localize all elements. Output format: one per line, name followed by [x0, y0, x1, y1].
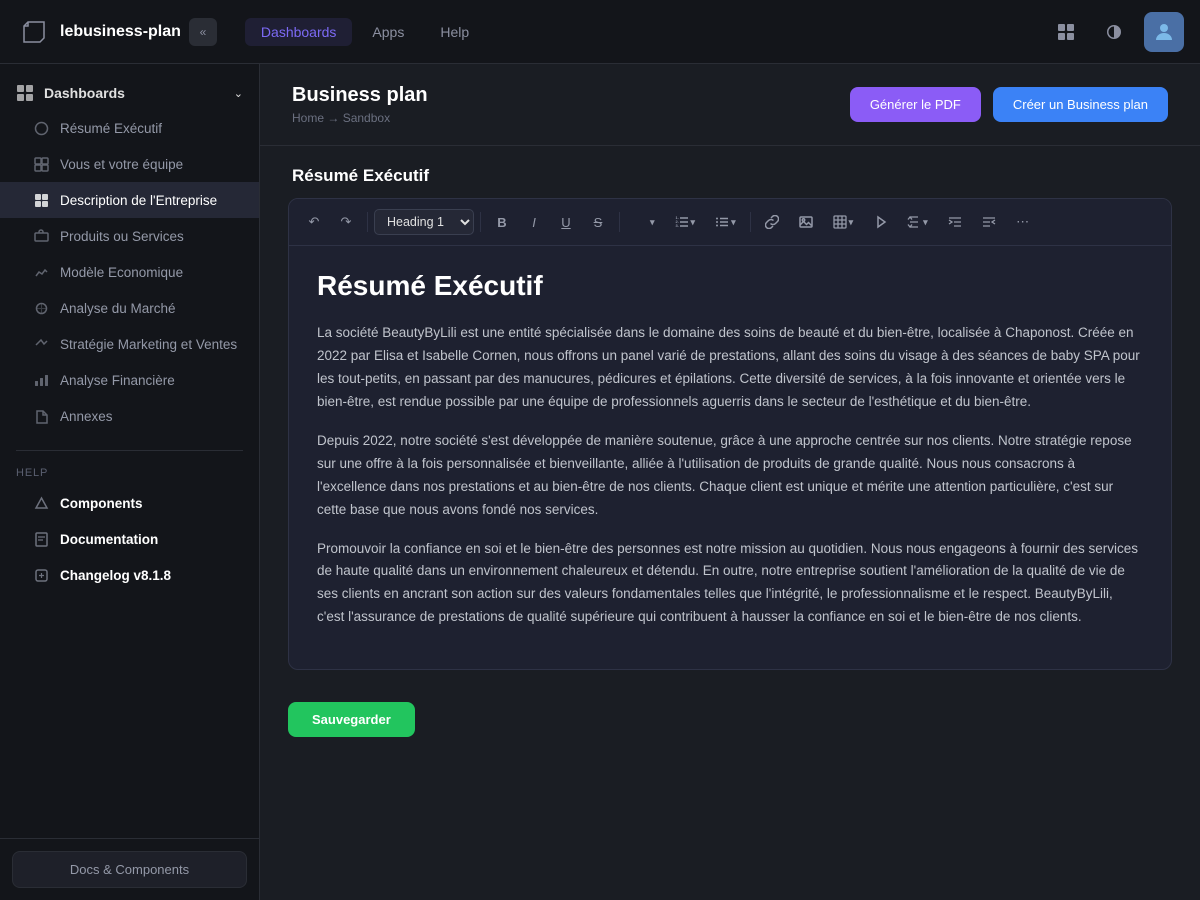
editor-toolbar: ↶ ↷ Heading 1 Heading 2 Heading 3 Normal…	[289, 199, 1171, 246]
bold-button[interactable]: B	[487, 207, 517, 237]
create-business-plan-button[interactable]: Créer un Business plan	[993, 87, 1168, 122]
finance-icon	[32, 371, 50, 389]
logo-area: lebusiness-plan «	[16, 14, 217, 50]
save-button[interactable]: Sauvegarder	[288, 702, 415, 737]
sidebar-section-header[interactable]: Dashboards ⌄	[0, 76, 259, 110]
nav-link-help[interactable]: Help	[424, 18, 485, 46]
sidebar-item-changelog[interactable]: Changelog v8.1.8	[0, 557, 259, 593]
line-spacing-button[interactable]: ▾	[899, 211, 936, 233]
content-title-area: Business plan Home → Sandbox	[292, 84, 428, 125]
sidebar-item-strategie-marketing[interactable]: Stratégie Marketing et Ventes	[0, 326, 259, 362]
redo-button[interactable]: ↷	[331, 207, 361, 237]
save-area: Sauvegarder	[260, 690, 1200, 761]
chevron-up-icon: ⌄	[234, 87, 243, 100]
top-nav: lebusiness-plan « Dashboards Apps Help	[0, 0, 1200, 64]
bullet-list-button[interactable]: ▾	[707, 211, 744, 233]
sidebar-item-documentation[interactable]: Documentation	[0, 521, 259, 557]
docs-components-button[interactable]: Docs & Components	[12, 851, 247, 888]
sidebar-item-description-entreprise[interactable]: Description de l'Entreprise	[0, 182, 259, 218]
sidebar-item-components[interactable]: Components	[0, 485, 259, 521]
indent-decrease-button[interactable]	[940, 207, 970, 237]
editor-paragraph-2: Depuis 2022, notre société s'est dévelop…	[317, 430, 1143, 522]
sidebar-item-annexes[interactable]: Annexes	[0, 398, 259, 434]
editor-container: ↶ ↷ Heading 1 Heading 2 Heading 3 Normal…	[288, 198, 1172, 670]
editor-paragraph-1: La société BeautyByLili est une entité s…	[317, 322, 1143, 414]
products-icon	[32, 227, 50, 245]
sidebar-item-modele-economique[interactable]: Modèle Economique	[0, 254, 259, 290]
section-heading: Résumé Exécutif	[260, 146, 1200, 198]
documentation-icon	[32, 530, 50, 548]
editor-paragraph-3: Promouvoir la confiance en soi et le bie…	[317, 538, 1143, 630]
italic-button[interactable]: I	[519, 207, 549, 237]
link-button[interactable]	[757, 207, 787, 237]
sidebar-dashboards-section: Dashboards ⌄ Résumé Exécutif	[0, 64, 259, 446]
sidebar-item-analyse-marche[interactable]: Analyse du Marché	[0, 290, 259, 326]
components-icon	[32, 494, 50, 512]
file-icon	[32, 119, 50, 137]
undo-button[interactable]: ↶	[299, 207, 329, 237]
table-button[interactable]: ▾	[825, 211, 862, 233]
help-section-label: HELP	[0, 455, 259, 485]
strikethrough-button[interactable]: S	[583, 207, 613, 237]
dark-mode-button[interactable]	[1096, 14, 1132, 50]
svg-text:3.: 3.	[675, 223, 678, 228]
header-actions: Générer le PDF Créer un Business plan	[850, 87, 1168, 122]
toolbar-undo-group: ↶ ↷	[299, 207, 361, 237]
annexes-icon	[32, 407, 50, 425]
image-button[interactable]	[791, 207, 821, 237]
grid-icon-button[interactable]	[1048, 14, 1084, 50]
generate-pdf-button[interactable]: Générer le PDF	[850, 87, 981, 122]
market-icon	[32, 299, 50, 317]
toolbar-sep-1	[367, 212, 368, 232]
logo-icon	[16, 14, 52, 50]
ordered-list-button[interactable]: 1. 2. 3. ▾	[667, 211, 704, 233]
heading-select[interactable]: Heading 1 Heading 2 Heading 3 Normal	[374, 209, 474, 235]
breadcrumb: Home → Sandbox	[292, 111, 428, 125]
nav-link-dashboards[interactable]: Dashboards	[245, 18, 353, 46]
user-avatar-button[interactable]	[1144, 12, 1184, 52]
nav-links: Dashboards Apps Help	[245, 18, 485, 46]
marketing-icon	[32, 335, 50, 353]
nav-right	[1048, 12, 1184, 52]
team-icon	[32, 155, 50, 173]
sidebar-item-produits-services[interactable]: Produits ou Services	[0, 218, 259, 254]
editor-content[interactable]: Résumé Exécutif La société BeautyByLili …	[289, 246, 1171, 669]
model-icon	[32, 263, 50, 281]
underline-button[interactable]: U	[551, 207, 581, 237]
sidebar-divider	[16, 450, 243, 451]
sidebar-bottom: Docs & Components	[0, 838, 259, 900]
collapse-sidebar-button[interactable]: «	[189, 18, 217, 46]
more-options-button[interactable]: ⋯	[1008, 207, 1038, 237]
toolbar-format-group: B I U S	[487, 207, 613, 237]
toolbar-sep-3	[619, 212, 620, 232]
editor-heading: Résumé Exécutif	[317, 270, 1143, 302]
embed-button[interactable]	[865, 207, 895, 237]
nav-link-apps[interactable]: Apps	[356, 18, 420, 46]
sidebar: Dashboards ⌄ Résumé Exécutif	[0, 64, 260, 900]
content-header: Business plan Home → Sandbox Générer le …	[260, 64, 1200, 146]
toolbar-sep-2	[480, 212, 481, 232]
changelog-icon	[32, 566, 50, 584]
sidebar-section-title: Dashboards	[16, 84, 125, 102]
align-button[interactable]: ▾	[626, 211, 663, 233]
page-title: Business plan	[292, 84, 428, 107]
sidebar-item-resume-executif[interactable]: Résumé Exécutif	[0, 110, 259, 146]
logo-text: lebusiness-plan	[60, 23, 181, 41]
sidebar-item-analyse-financiere[interactable]: Analyse Financière	[0, 362, 259, 398]
indent-increase-button[interactable]	[974, 207, 1004, 237]
content-area: Business plan Home → Sandbox Générer le …	[260, 64, 1200, 900]
toolbar-sep-4	[750, 212, 751, 232]
description-icon	[32, 191, 50, 209]
main-layout: Dashboards ⌄ Résumé Exécutif	[0, 64, 1200, 900]
sidebar-item-vous-equipe[interactable]: Vous et votre équipe	[0, 146, 259, 182]
